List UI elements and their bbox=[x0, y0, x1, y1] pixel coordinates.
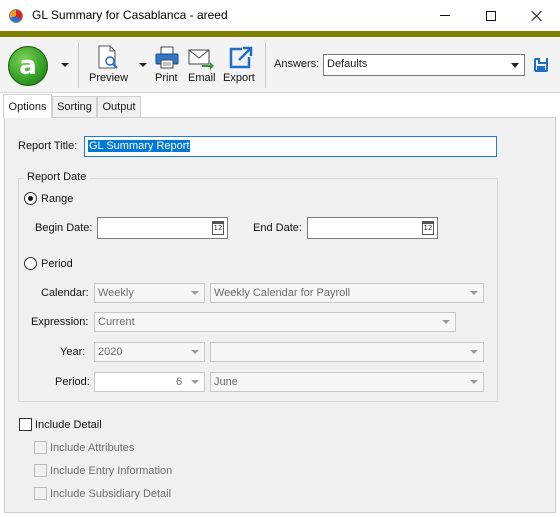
include-attributes-label[interactable]: Include Attributes bbox=[50, 442, 134, 454]
preview-button[interactable] bbox=[96, 45, 120, 71]
include-subsidiary-label[interactable]: Include Subsidiary Detail bbox=[50, 488, 171, 500]
period-number-chevron-down-icon[interactable] bbox=[191, 380, 199, 384]
include-detail-checkbox[interactable] bbox=[19, 418, 32, 431]
preview-menu-chevron-icon[interactable] bbox=[139, 63, 147, 67]
tab-options-label: Options bbox=[8, 100, 47, 113]
maximize-icon bbox=[486, 10, 496, 21]
include-subsidiary-checkbox[interactable] bbox=[34, 487, 47, 500]
minimize-icon bbox=[440, 15, 450, 16]
toolbar-separator bbox=[265, 42, 266, 88]
period-number-select[interactable] bbox=[94, 372, 205, 392]
toolbar-separator bbox=[78, 42, 79, 88]
period-field-label: Period: bbox=[55, 376, 90, 388]
period-month-select[interactable] bbox=[210, 372, 484, 392]
print-label[interactable]: Print bbox=[155, 72, 178, 84]
calendar-type-chevron-down-icon[interactable] bbox=[191, 291, 199, 295]
tab-output-label: Output bbox=[102, 101, 136, 113]
tab-sorting-label: Sorting bbox=[57, 101, 92, 113]
expression-chevron-down-icon[interactable] bbox=[442, 320, 450, 324]
answers-value: Defaults bbox=[327, 58, 368, 70]
print-button[interactable] bbox=[154, 46, 180, 70]
include-entry-checkbox[interactable] bbox=[34, 464, 47, 477]
export-icon bbox=[229, 46, 253, 69]
year-chevron-down-icon[interactable] bbox=[191, 350, 199, 354]
logo-menu-chevron-icon[interactable] bbox=[61, 63, 69, 67]
calendar-name-value: Weekly Calendar for Payroll bbox=[214, 287, 351, 299]
period-number-value: 6 bbox=[176, 376, 183, 388]
period-month-chevron-down-icon[interactable] bbox=[470, 380, 478, 384]
expression-label: Expression: bbox=[31, 316, 89, 328]
preview-label[interactable]: Preview bbox=[89, 72, 128, 84]
report-date-caption: Report Date bbox=[24, 171, 90, 183]
export-button[interactable] bbox=[228, 46, 254, 70]
report-title-value[interactable]: GL Summary Report bbox=[88, 140, 191, 152]
year-label: Year: bbox=[60, 346, 86, 358]
export-label[interactable]: Export bbox=[223, 72, 255, 84]
period-radio[interactable] bbox=[24, 257, 37, 270]
tab-options[interactable]: Options bbox=[3, 94, 52, 118]
range-radio[interactable] bbox=[24, 192, 37, 205]
tab-output[interactable]: Output bbox=[97, 96, 141, 117]
close-icon bbox=[531, 10, 543, 22]
calendar-name-chevron-down-icon[interactable] bbox=[470, 291, 478, 295]
report-title-label: Report Title: bbox=[18, 140, 78, 152]
include-entry-label[interactable]: Include Entry Information bbox=[50, 465, 172, 477]
preview-icon bbox=[98, 45, 118, 69]
expression-value: Current bbox=[98, 316, 135, 328]
year-extra-select[interactable] bbox=[210, 342, 484, 362]
year-value: 2020 bbox=[98, 346, 123, 358]
email-icon bbox=[188, 49, 214, 70]
begin-date-label: Begin Date: bbox=[35, 222, 93, 234]
email-label[interactable]: Email bbox=[188, 72, 216, 84]
end-date-label: End Date: bbox=[253, 222, 302, 234]
period-radio-label[interactable]: Period bbox=[41, 258, 73, 270]
include-detail-label[interactable]: Include Detail bbox=[35, 419, 102, 431]
calendar-type-value: Weekly bbox=[98, 287, 134, 299]
tab-sorting[interactable]: Sorting bbox=[52, 96, 97, 117]
include-attributes-checkbox[interactable] bbox=[34, 441, 47, 454]
save-icon[interactable] bbox=[534, 58, 548, 72]
year-extra-chevron-down-icon[interactable] bbox=[470, 350, 478, 354]
end-date-calendar-icon[interactable]: 12 bbox=[422, 221, 434, 235]
answers-chevron-down-icon[interactable] bbox=[511, 63, 519, 68]
close-button[interactable] bbox=[514, 0, 560, 31]
begin-date-input[interactable] bbox=[97, 217, 228, 239]
expression-select[interactable] bbox=[94, 312, 456, 332]
range-label[interactable]: Range bbox=[41, 193, 73, 205]
app-logo-letter: a bbox=[19, 51, 37, 81]
minimize-button[interactable] bbox=[422, 0, 468, 31]
app-icon bbox=[9, 9, 23, 23]
maximize-button[interactable] bbox=[468, 0, 514, 31]
calendar-label: Calendar: bbox=[41, 287, 89, 299]
end-date-input[interactable] bbox=[307, 217, 438, 239]
window-title: GL Summary for Casablanca - areed bbox=[32, 8, 228, 22]
period-month-value: June bbox=[214, 376, 238, 388]
email-button[interactable] bbox=[188, 48, 214, 70]
print-icon bbox=[155, 46, 179, 69]
answers-label: Answers: bbox=[274, 58, 320, 70]
begin-date-calendar-icon[interactable]: 12 bbox=[212, 221, 224, 235]
